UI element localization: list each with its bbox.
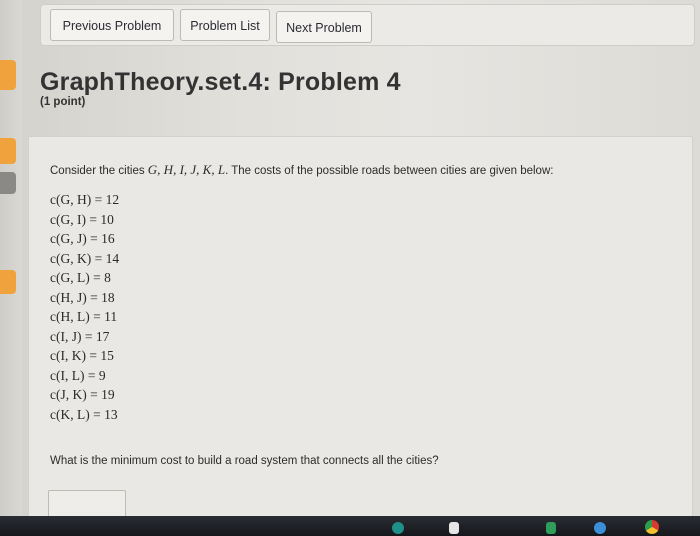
page-title: GraphTheory.set.4: Problem 4	[40, 68, 401, 96]
road-cost-item: c(I, K) = 15	[50, 348, 114, 363]
next-problem-button[interactable]: Next Problem	[276, 11, 372, 43]
road-cost-item: c(I, L) = 9	[50, 367, 106, 383]
road-cost-item: c(G, L) = 8	[50, 270, 111, 285]
previous-problem-button[interactable]: Previous Problem	[50, 9, 174, 41]
green-app-icon[interactable]	[546, 522, 556, 534]
road-cost-list: c(G, H) = 12 c(G, I) = 10 c(G, J) = 16 c…	[50, 190, 119, 424]
answer-input[interactable]	[48, 490, 126, 518]
road-cost-item: c(K, L) = 13	[50, 406, 118, 422]
problem-list-button[interactable]: Problem List	[180, 9, 270, 41]
road-cost-item: c(H, J) = 18	[50, 289, 115, 305]
road-cost-item: c(G, I) = 10	[50, 211, 114, 227]
problem-intro: Consider the cities G, H, I, J, K, L. Th…	[50, 162, 553, 178]
problem-question: What is the minimum cost to build a road…	[50, 455, 439, 467]
chrome-icon[interactable]	[645, 520, 659, 534]
intro-suffix: . The costs of the possible roads betwee…	[225, 165, 554, 177]
edge-mark-gray	[0, 172, 16, 194]
points-label: (1 point)	[40, 96, 86, 108]
problem-body	[28, 136, 693, 526]
road-cost-item: c(G, J) = 16	[50, 231, 115, 246]
taskbar	[0, 516, 700, 536]
files-icon[interactable]	[449, 522, 459, 534]
screen: Previous Problem Problem List Next Probl…	[0, 0, 700, 536]
teal-app-icon[interactable]	[392, 522, 404, 534]
left-edge-strip	[0, 0, 22, 536]
intro-prefix: Consider the cities	[50, 165, 148, 177]
road-cost-item: c(H, L) = 11	[50, 309, 118, 324]
edge-mark-orange	[0, 270, 16, 294]
road-cost-item: c(G, H) = 12	[50, 192, 120, 207]
road-cost-item: c(J, K) = 19	[50, 387, 115, 402]
intro-cities: G, H, I, J, K, L	[147, 162, 226, 177]
edge-mark-orange	[0, 60, 16, 90]
problem-nav-bar: Previous Problem Problem List Next Probl…	[40, 4, 695, 46]
road-cost-item: c(I, J) = 17	[50, 328, 110, 344]
blue-app-icon[interactable]	[594, 522, 606, 534]
edge-mark-orange	[0, 138, 16, 164]
road-cost-item: c(G, K) = 14	[50, 250, 120, 266]
